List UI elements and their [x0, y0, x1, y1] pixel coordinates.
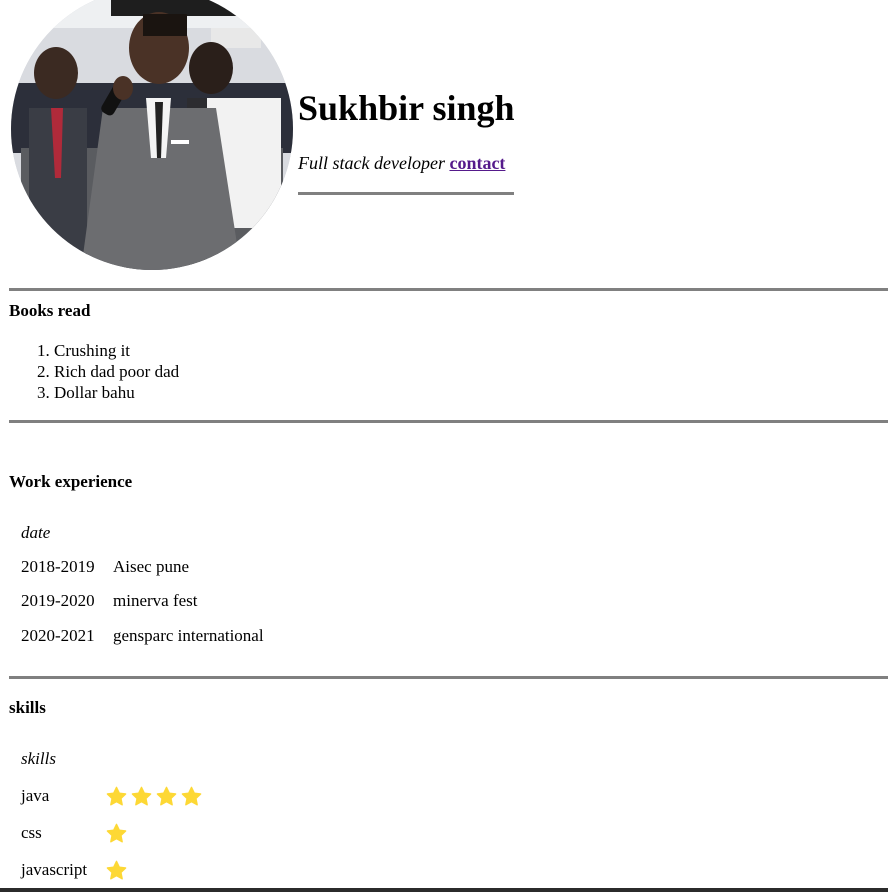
contact-link[interactable]: contact: [449, 153, 505, 173]
star-icon: [106, 786, 127, 806]
tagline: Full stack developer contact: [298, 152, 505, 174]
section-divider: [9, 420, 888, 423]
table-cell-years: 2019-2020: [21, 591, 95, 610]
star-icon: [106, 860, 127, 880]
table-cell-org: Aisec pune: [113, 557, 190, 576]
section-divider: [9, 676, 888, 679]
star-icon: [181, 786, 202, 806]
page-title: Sukhbir singh: [298, 88, 515, 128]
star-icon: [106, 823, 127, 843]
role-text: Full stack developer: [298, 153, 445, 173]
table-cell-years: 2020-2021: [21, 626, 95, 645]
work-table-caption: date: [21, 523, 51, 542]
table-cell-years: 2018-2019: [21, 557, 95, 576]
skill-rating: [105, 822, 128, 845]
skills-table-caption: skills: [21, 749, 56, 768]
list-item: Dollar bahu: [54, 382, 179, 403]
work-heading: Work experience: [9, 472, 133, 491]
profile-photo: [11, 0, 293, 270]
header-divider: [298, 192, 514, 195]
list-item: Rich dad poor dad: [54, 361, 179, 382]
bottom-edge: [0, 888, 888, 892]
section-divider: [9, 288, 888, 291]
star-icon: [131, 786, 152, 806]
list-item: Crushing it: [54, 340, 179, 361]
skill-rating: [105, 859, 128, 882]
skill-name: css: [21, 823, 42, 842]
skill-rating: [105, 785, 203, 808]
skill-name: java: [21, 786, 50, 805]
books-list: Crushing it Rich dad poor dad Dollar bah…: [0, 340, 179, 403]
skill-name: javascript: [21, 860, 88, 879]
star-icon: [156, 786, 177, 806]
skills-heading: skills: [9, 698, 46, 717]
resume-page: Sukhbir singh Full stack developer conta…: [0, 0, 888, 892]
table-cell-org: minerva fest: [113, 591, 198, 610]
table-cell-org: gensparc international: [113, 626, 264, 645]
books-heading: Books read: [9, 301, 91, 320]
